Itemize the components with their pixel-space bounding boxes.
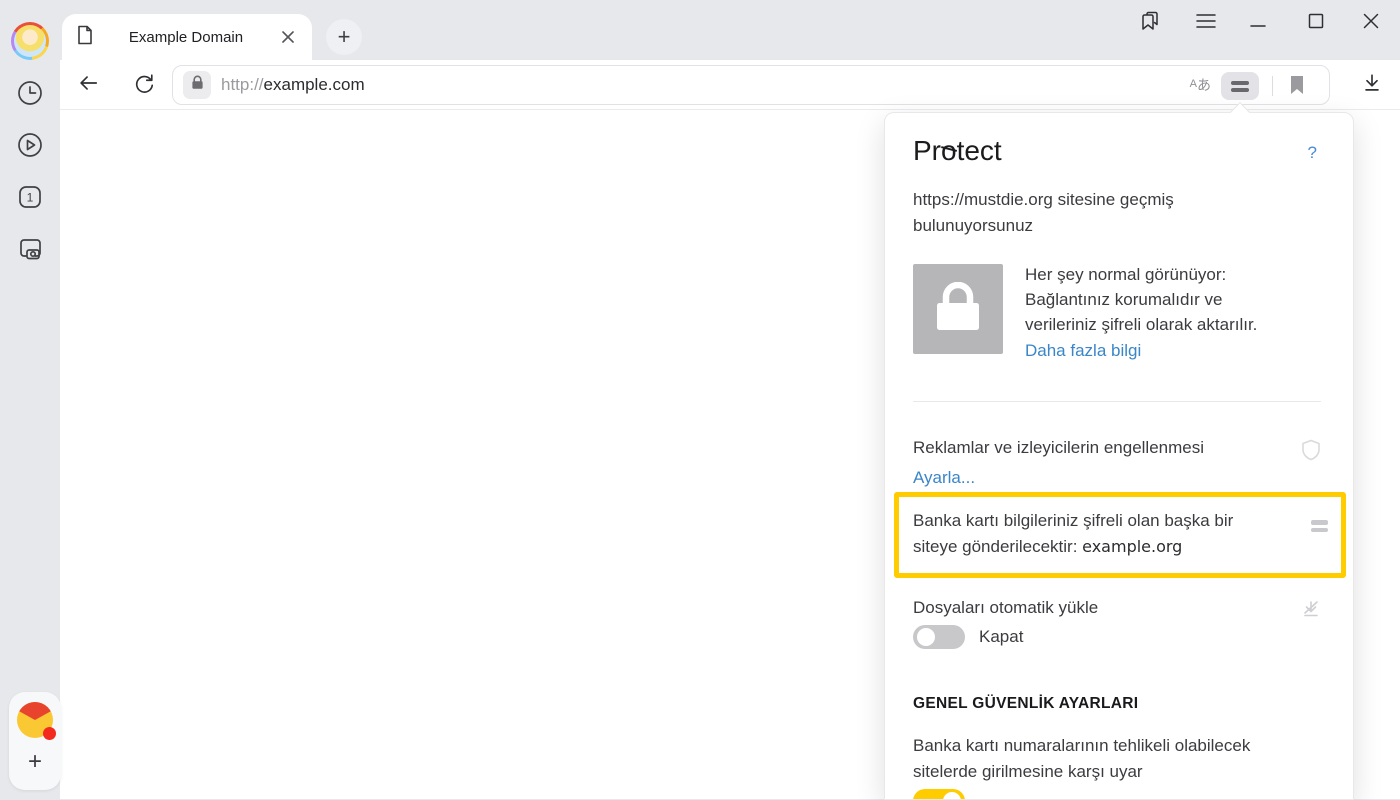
play-icon	[15, 130, 45, 165]
mail-widget[interactable]: +	[9, 692, 61, 790]
autoload-disabled-icon	[1301, 599, 1321, 624]
svg-text:1: 1	[27, 190, 34, 204]
add-widget-button[interactable]: +	[28, 750, 42, 774]
status-text: Her şey normal görünüyor: Bağlantınız ko…	[1025, 262, 1257, 337]
notification-dot	[43, 727, 56, 740]
reload-icon	[133, 72, 155, 99]
protect-button[interactable]	[1221, 72, 1259, 100]
autoload-toggle-state: Kapat	[979, 627, 1023, 647]
mail-icon	[17, 702, 53, 738]
panels-icon	[1138, 9, 1162, 38]
ads-blocking-label: Reklamlar ve izleyicilerin engellenmesi	[913, 438, 1204, 458]
card-warning-highlight: Banka kartı bilgileriniz şifreli olan ba…	[894, 492, 1346, 578]
menu-button[interactable]	[1194, 11, 1218, 35]
visited-site-text: https://mustdie.org sitesine geçmiş bulu…	[913, 187, 1174, 239]
url-host: example.com	[264, 75, 365, 95]
toolbar: http:// example.com Aあ	[60, 60, 1400, 110]
help-button[interactable]: ?	[1308, 143, 1317, 163]
tab-strip: Example Domain +	[60, 0, 1400, 60]
ads-configure-link[interactable]: Ayarla...	[913, 468, 975, 488]
downloads-button[interactable]	[1360, 73, 1384, 97]
autoload-files-label: Dosyaları otomatik yükle	[913, 598, 1098, 618]
new-tab-button[interactable]: +	[326, 19, 362, 55]
address-bar-divider	[1272, 76, 1273, 96]
bank-card-icon	[1311, 520, 1328, 532]
panel-divider	[913, 401, 1321, 402]
window-close-button[interactable]	[1359, 11, 1383, 35]
maximize-button[interactable]	[1304, 11, 1328, 35]
clock-icon	[15, 78, 45, 113]
bookmark-button[interactable]	[1289, 75, 1305, 100]
lock-icon	[191, 75, 204, 95]
browser-tab[interactable]: Example Domain	[62, 14, 312, 60]
protect-title: Protect	[913, 135, 1002, 167]
translate-button[interactable]: Aあ	[1190, 75, 1211, 95]
back-button[interactable]	[76, 73, 100, 97]
destination-site: example.org	[1082, 537, 1182, 556]
more-info-link[interactable]: Daha fazla bilgi	[1025, 341, 1141, 361]
translate-icon: A	[1190, 78, 1197, 90]
screenshot-camera-icon	[15, 234, 45, 269]
close-icon	[1363, 13, 1379, 34]
hamburger-icon	[1196, 13, 1216, 34]
card-number-warning-setting-label: Banka kartı numaralarının tehlikeli olab…	[913, 733, 1250, 785]
side-panels-button[interactable]	[1138, 11, 1162, 35]
history-button[interactable]	[13, 78, 47, 112]
address-bar[interactable]: http:// example.com Aあ	[172, 65, 1330, 105]
profile-avatar[interactable]	[11, 22, 49, 60]
url-scheme: http://	[221, 75, 264, 95]
site-security-badge[interactable]	[183, 71, 211, 99]
tab-title: Example Domain	[94, 29, 278, 46]
sidebar: 1 +	[0, 0, 60, 800]
autoload-toggle[interactable]	[913, 625, 965, 649]
minimize-button[interactable]	[1246, 11, 1270, 35]
card-warning-toggle[interactable]	[913, 789, 965, 800]
download-icon	[1361, 72, 1383, 99]
tabs-button[interactable]: 1	[13, 182, 47, 216]
security-status-image	[913, 264, 1003, 354]
shield-icon	[1301, 439, 1321, 466]
card-warning-text: Banka kartı bilgileriniz şifreli olan ba…	[913, 508, 1327, 560]
reload-button[interactable]	[132, 73, 156, 97]
media-button[interactable]	[13, 130, 47, 164]
protect-panel: Protect ? https://mustdie.org sitesine g…	[884, 112, 1354, 800]
minimize-icon	[1250, 13, 1266, 34]
big-lock-icon	[935, 282, 981, 337]
maximize-icon	[1308, 13, 1324, 34]
tab-close-icon[interactable]	[278, 27, 298, 47]
tab-counter-icon: 1	[15, 182, 45, 217]
screenshot-button[interactable]	[13, 234, 47, 268]
back-arrow-icon	[77, 72, 99, 99]
page-icon	[76, 25, 94, 50]
general-security-header: GENEL GÜVENLİK AYARLARI	[913, 695, 1138, 713]
